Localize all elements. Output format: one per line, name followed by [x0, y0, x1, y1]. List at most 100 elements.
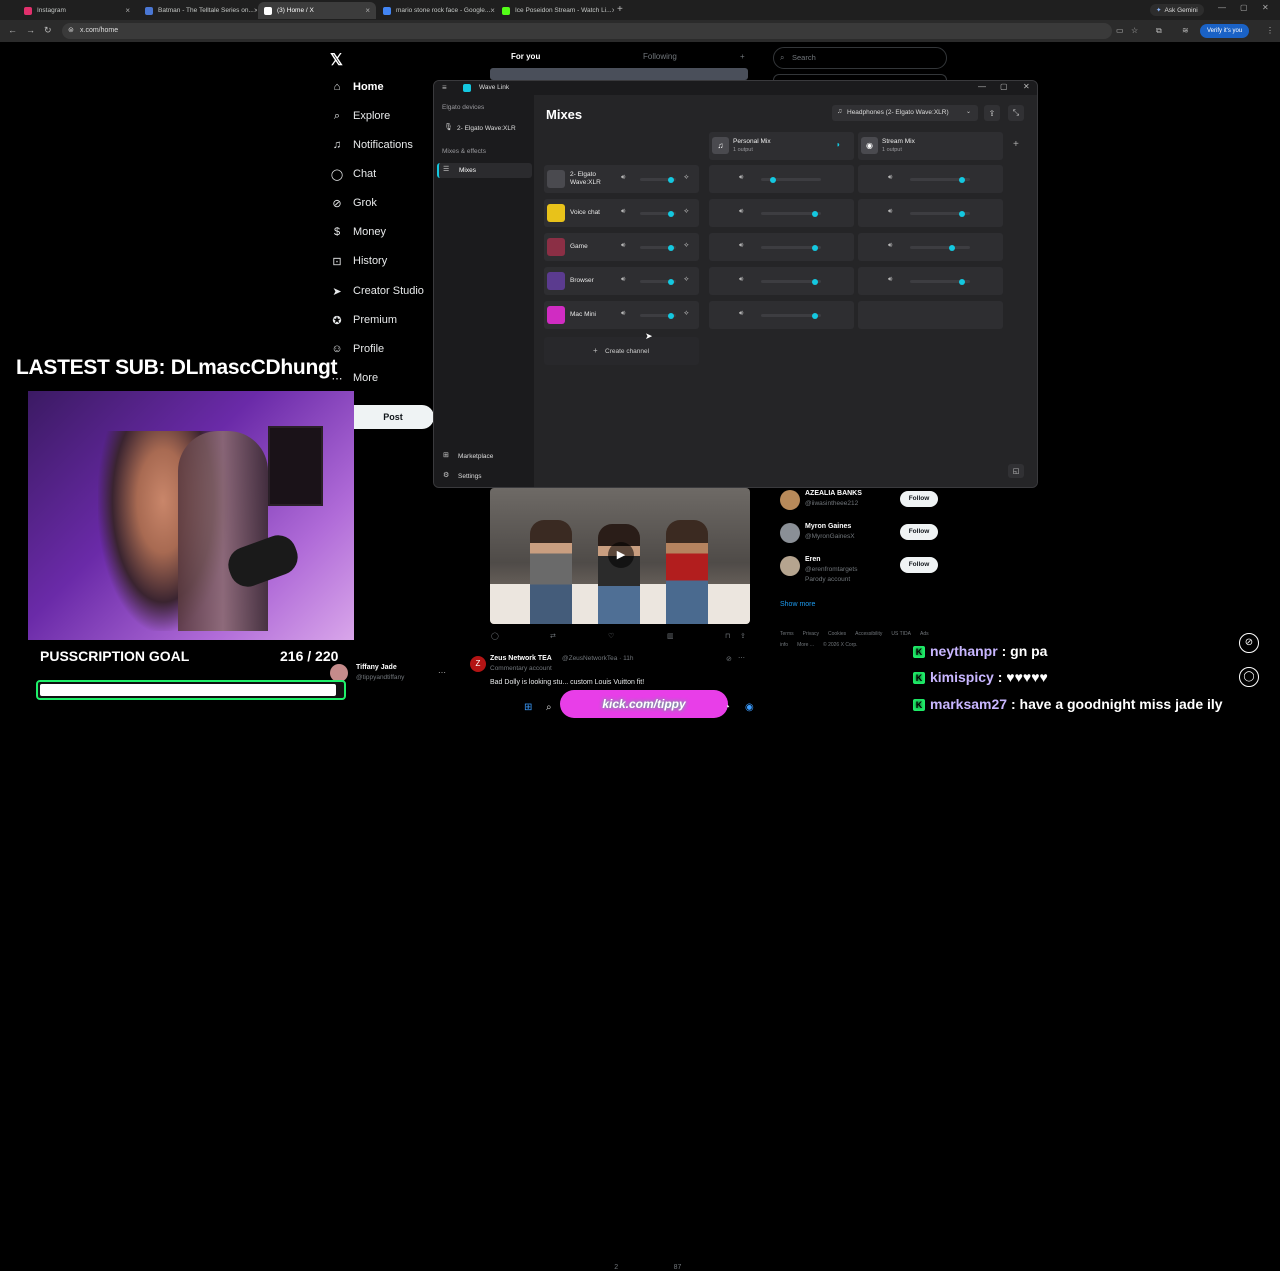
sidebar-item-history[interactable]: ⊡ History [330, 251, 387, 271]
back-icon[interactable]: ← [8, 25, 17, 35]
tab-for-you[interactable]: For you [511, 52, 540, 61]
monitor-mix-icon[interactable]: ⟡ [684, 310, 689, 318]
slider-knob[interactable] [667, 176, 674, 183]
slider-knob[interactable] [667, 278, 674, 285]
sidebar-item-mixes[interactable]: ☰ Mixes [437, 163, 532, 178]
speaker-icon[interactable]: 🔊︎ [621, 310, 625, 318]
slider-knob[interactable] [958, 176, 965, 183]
tiffany-name[interactable]: Tiffany Jade [356, 664, 397, 671]
personal-mix-cell[interactable]: 🔊︎ [709, 165, 854, 193]
create-channel-button[interactable]: + Create channel [544, 337, 699, 365]
channel-browser[interactable]: Browser 🔊︎ ⟡ [544, 267, 699, 295]
post-button[interactable]: Post [352, 405, 434, 429]
speaker-icon[interactable]: 🔊︎ [621, 208, 625, 216]
personal-mix-cell[interactable]: 🔊︎ [709, 233, 854, 261]
personal-mix-cell[interactable]: 🔊︎ [709, 267, 854, 295]
sidebar-item-premium[interactable]: ✪ Premium [330, 310, 397, 330]
speaker-icon[interactable]: 🔊︎ [888, 242, 892, 250]
personal-mix-cell[interactable]: 🔊︎ [709, 301, 854, 329]
slider-knob[interactable] [667, 210, 674, 217]
tweet-author[interactable]: Zeus Network TEA [490, 655, 552, 662]
close-tab-icon[interactable]: × [125, 6, 130, 15]
footer-link[interactable]: Terms [780, 631, 794, 637]
windows-start-icon[interactable]: ⊞ [524, 702, 532, 713]
speaker-icon[interactable]: 🔊︎ [621, 174, 625, 182]
wl-minimize-button[interactable]: — [978, 82, 986, 91]
follow-suggestion[interactable]: AZEALIA BANKS @iiwasintheee212 Follow [780, 488, 946, 516]
sidebar-item-money[interactable]: $ Money [330, 222, 386, 242]
sidebar-item-grok[interactable]: ⊘ Grok [330, 193, 376, 213]
grok-icon[interactable]: ⊘ [726, 655, 732, 663]
personal-mix-cell[interactable]: 🔊︎ [709, 199, 854, 227]
speaker-icon[interactable]: 🔊︎ [621, 242, 625, 250]
repost-icon[interactable]: ⇄ [550, 632, 556, 640]
speaker-icon[interactable]: 🔊︎ [739, 310, 743, 318]
minimize-window-button[interactable]: — [1218, 3, 1226, 12]
hamburger-menu-icon[interactable]: ≡ [442, 83, 447, 92]
export-button[interactable]: ⇪ [984, 105, 1000, 121]
channel-2-elgato-wave-xlr[interactable]: 2- Elgato Wave:XLR 🔊︎ ⟡ [544, 165, 699, 193]
follow-button[interactable]: Follow [900, 557, 938, 573]
slider-knob[interactable] [812, 312, 818, 319]
collapse-button[interactable]: ⤡ [1008, 105, 1024, 121]
extensions-icon[interactable]: ⧉ [1156, 26, 1162, 36]
ear-monitor-icon[interactable]: ◗ [836, 140, 841, 149]
footer-link[interactable]: US TIDA [891, 631, 911, 637]
sidebar-item-marketplace[interactable]: ⊞ Marketplace [440, 450, 530, 464]
ask-gemini-button[interactable]: ✦ Ask Gemini [1150, 4, 1204, 16]
account-more-icon[interactable]: ⋯ [438, 668, 446, 677]
output-device-select[interactable]: ♫ Headphones (2- Elgato Wave:XLR) ⌄ [832, 105, 978, 121]
views-icon[interactable]: ▥ 87 [667, 632, 681, 1271]
monitor-mix-icon[interactable]: ⟡ [684, 276, 689, 284]
sidebar-item-notifications[interactable]: ♫ Notifications [330, 135, 413, 155]
wl-close-button[interactable]: ✕ [1023, 82, 1030, 91]
browser-tab-kick[interactable]: Ice Poseidon Stream - Watch Li... × [496, 2, 614, 19]
cast-icon[interactable]: ▭ [1116, 26, 1124, 35]
taskbar-search-icon[interactable]: ⌕ [546, 702, 552, 713]
footer-link[interactable]: More ... [797, 642, 814, 648]
footer-link[interactable]: Privacy [803, 631, 819, 637]
slider-knob[interactable] [958, 278, 965, 285]
slider-knob[interactable] [812, 244, 818, 251]
sidebar-item-home[interactable]: ⌂ Home [330, 77, 384, 97]
tab-following[interactable]: Following [643, 52, 677, 61]
slider-knob[interactable] [812, 210, 818, 217]
footer-link[interactable]: Accessibility [855, 631, 882, 637]
reload-icon[interactable]: ↻ [44, 25, 52, 36]
like-icon[interactable]: ♡ 2 [608, 632, 618, 1271]
close-tab-icon[interactable]: × [254, 6, 257, 15]
speaker-icon[interactable]: 🔊︎ [888, 208, 892, 216]
follow-suggestion[interactable]: Myron Gaines @MyronGainesX Follow [780, 521, 946, 549]
speaker-icon[interactable]: 🔊︎ [739, 276, 743, 284]
feed-video-thumbnail[interactable]: ▶ [490, 488, 750, 624]
play-icon[interactable]: ▶ [608, 542, 634, 568]
close-tab-icon[interactable]: × [612, 6, 614, 15]
browser-tab-batman[interactable]: Batman - The Telltale Series on... × [139, 2, 257, 19]
speaker-icon[interactable]: 🔊︎ [888, 276, 892, 284]
stream-mix-cell[interactable]: 🔊︎ [858, 233, 1003, 261]
browser-tab-google[interactable]: mario stone rock face - Google... × [377, 2, 495, 19]
browser-tab-x-home[interactable]: (3) Home / X × [258, 2, 376, 19]
speaker-icon[interactable]: 🔊︎ [739, 208, 743, 216]
new-tab-button[interactable]: + [617, 4, 623, 15]
speaker-icon[interactable]: 🔊︎ [739, 174, 743, 182]
mix-header-stream[interactable]: ◉ Stream Mix 1 output [858, 132, 1003, 160]
profile-sync-icon[interactable]: ≋ [1182, 26, 1189, 35]
compass-icon[interactable]: ⊘ [1239, 633, 1259, 653]
follow-button[interactable]: Follow [900, 491, 938, 507]
monitor-mix-icon[interactable]: ⟡ [684, 242, 689, 250]
forward-icon[interactable]: → [26, 25, 35, 35]
footer-link[interactable]: Cookies [828, 631, 846, 637]
follow-button[interactable]: Follow [900, 524, 938, 540]
verify-its-you-button[interactable]: Verify it's you [1200, 24, 1250, 38]
monitor-mix-icon[interactable]: ⟡ [684, 174, 689, 182]
sidebar-item-explore[interactable]: ⌕ Explore [330, 106, 390, 126]
follow-suggestion[interactable]: Eren @erenfromtargets Parody account Follow [780, 554, 946, 583]
x-search-input[interactable]: ⌕ Search [773, 47, 947, 69]
wl-maximize-button[interactable]: ▢ [1000, 82, 1008, 91]
slider-knob[interactable] [812, 278, 818, 285]
url-bar[interactable]: ⊜ x.com/home [62, 23, 1112, 39]
site-info-icon[interactable]: ⊜ [68, 23, 74, 39]
taskbar-app-icon[interactable]: ◔ [724, 702, 730, 713]
bookmark-icon[interactable]: ⊓ [725, 632, 730, 640]
